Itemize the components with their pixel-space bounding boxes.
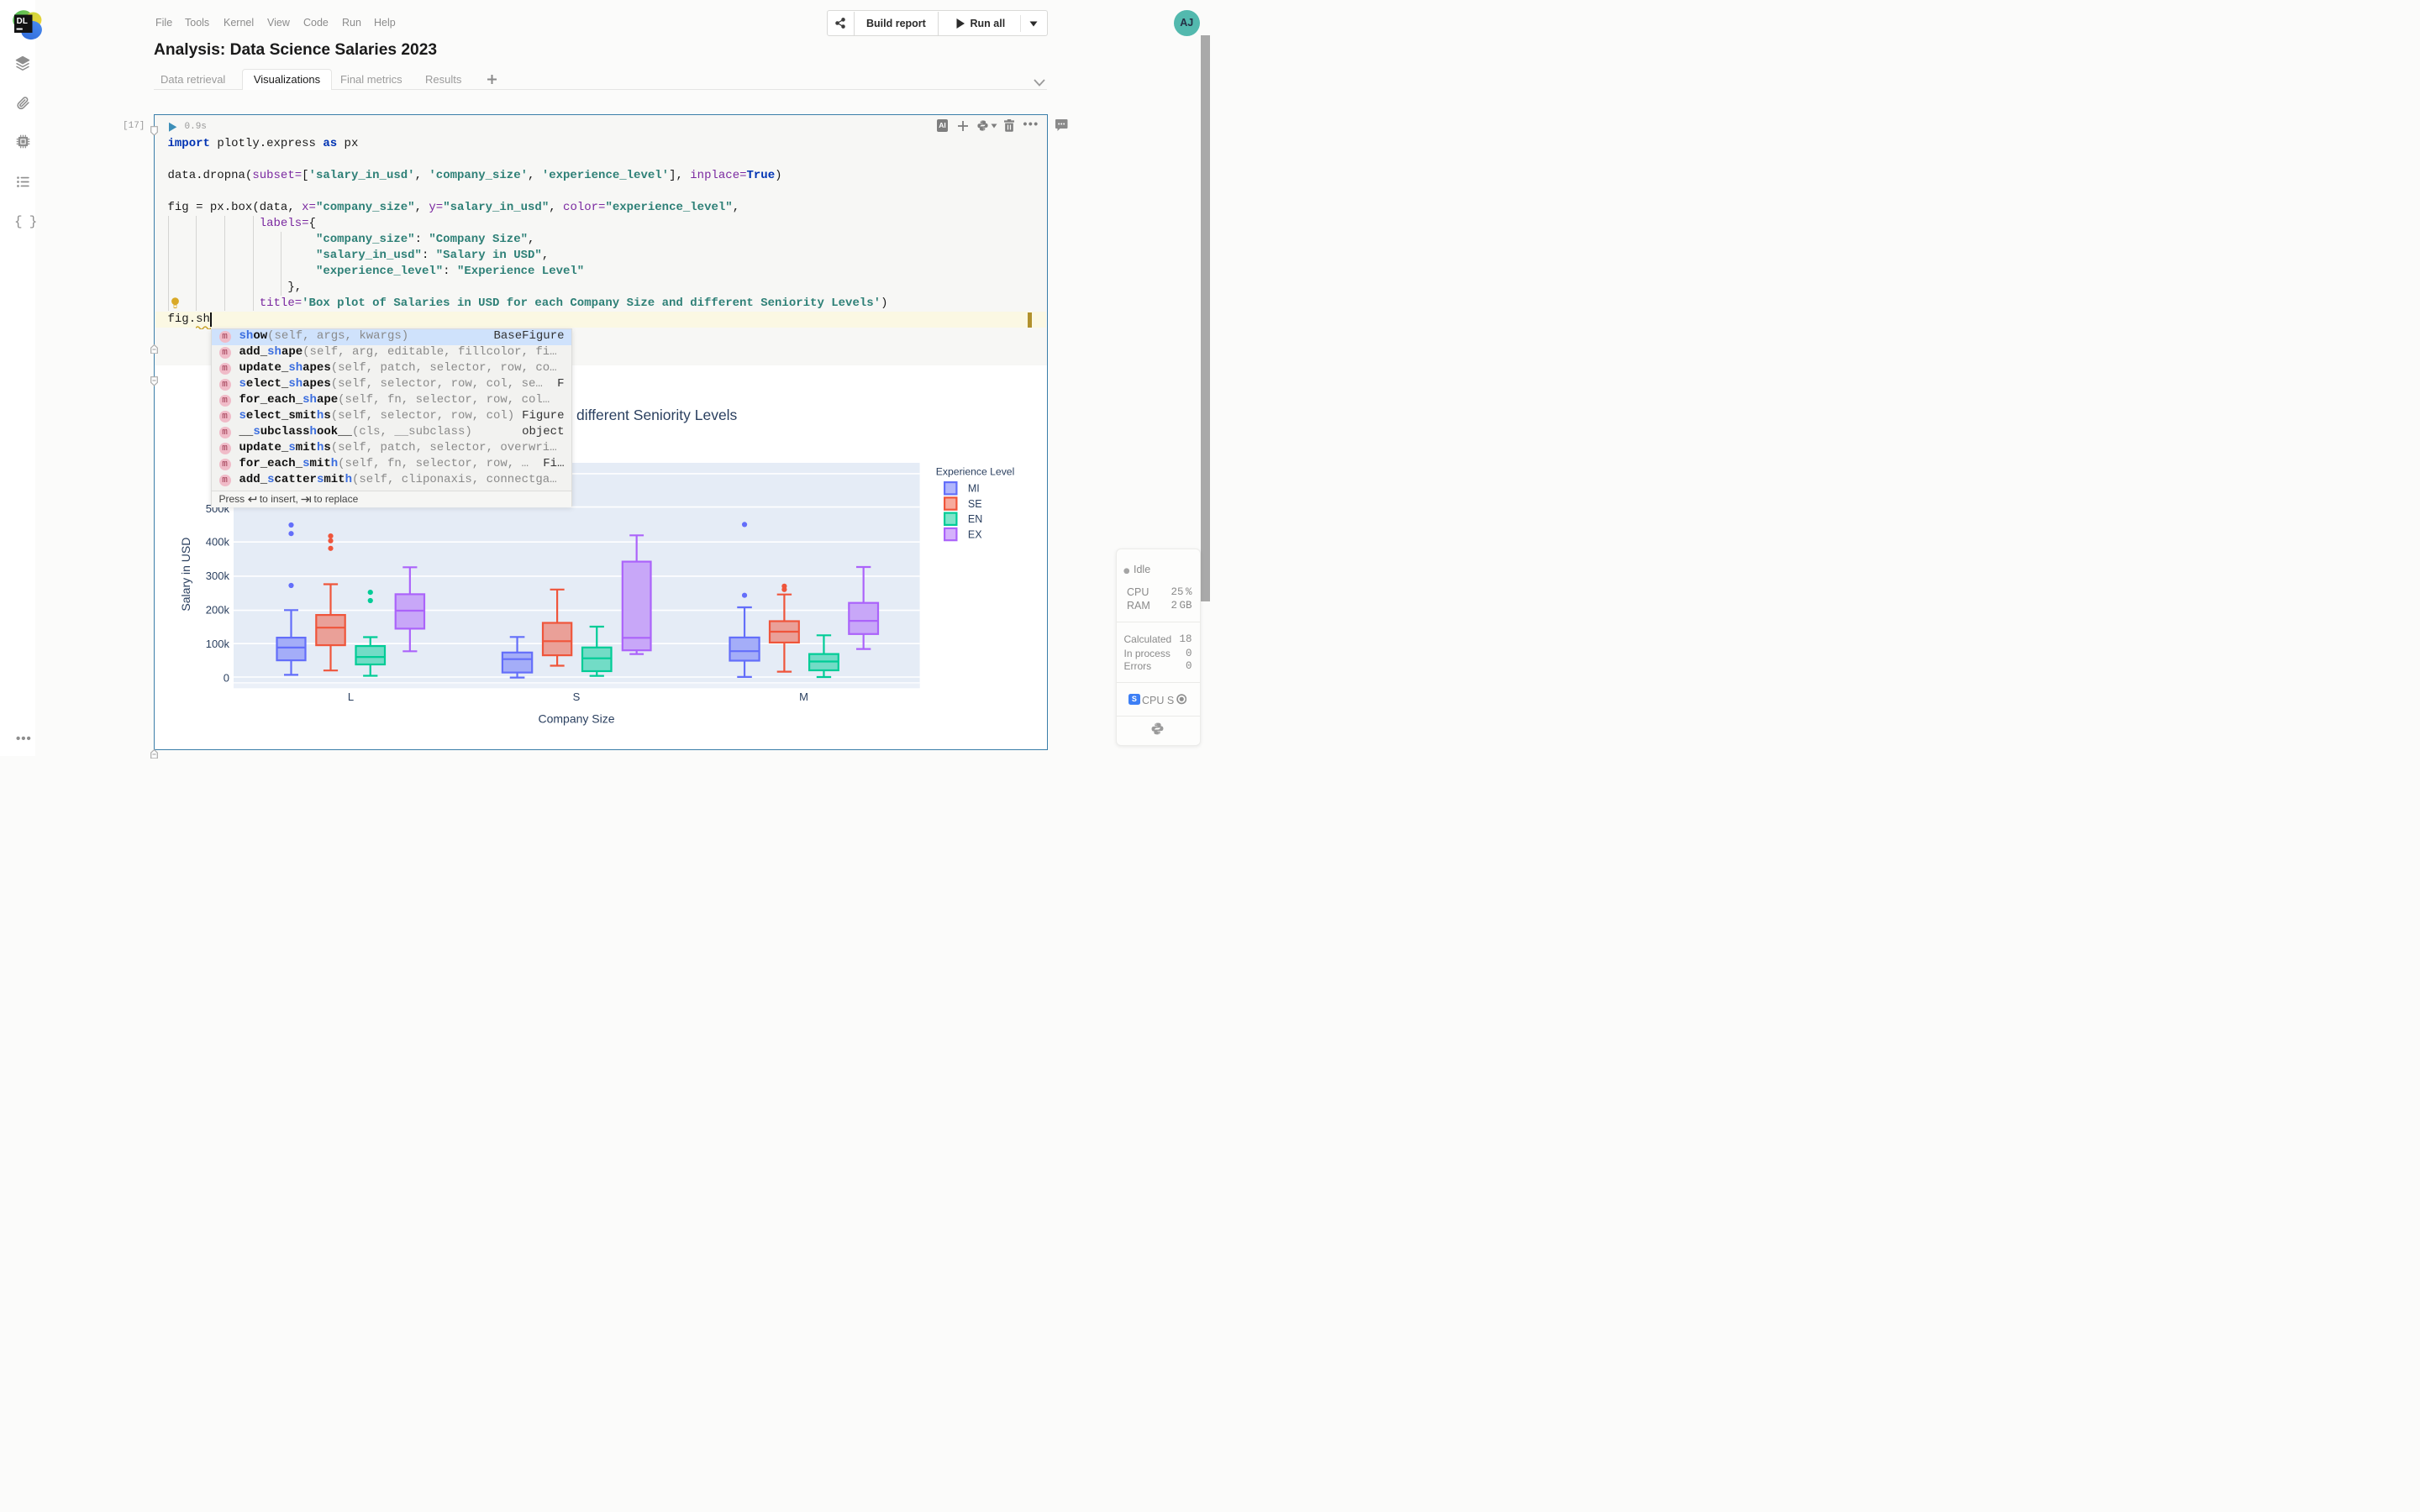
svg-text:Salary in USD: Salary in USD bbox=[179, 538, 192, 612]
svg-text:MI: MI bbox=[968, 483, 980, 495]
svg-text:0: 0 bbox=[224, 671, 229, 684]
svg-text:M: M bbox=[799, 690, 808, 703]
svg-text:S: S bbox=[573, 690, 581, 703]
svg-text:300k: 300k bbox=[206, 570, 230, 582]
svg-text:EN: EN bbox=[968, 513, 982, 525]
svg-text:200k: 200k bbox=[206, 604, 230, 617]
svg-text:Company Size: Company Size bbox=[538, 712, 614, 726]
svg-text:SE: SE bbox=[968, 498, 982, 510]
svg-text:EX: EX bbox=[968, 529, 982, 541]
svg-text:different Seniority Levels: different Seniority Levels bbox=[576, 407, 738, 423]
svg-text:L: L bbox=[348, 690, 354, 703]
svg-text:Experience Level: Experience Level bbox=[936, 466, 1015, 478]
svg-text:100k: 100k bbox=[206, 638, 230, 650]
svg-text:400k: 400k bbox=[206, 536, 230, 549]
